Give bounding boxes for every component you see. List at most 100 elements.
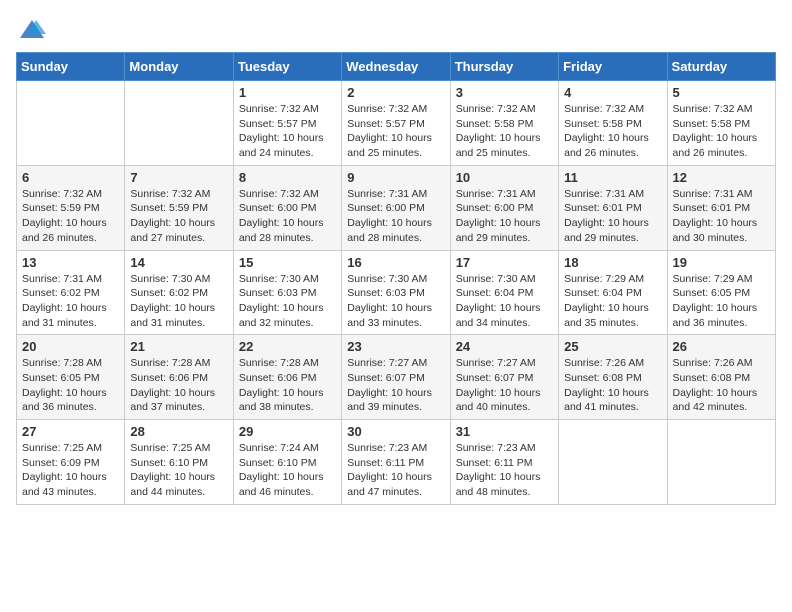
day-number: 11 bbox=[564, 170, 661, 185]
calendar-cell: 23 Sunrise: 7:27 AMSunset: 6:07 PMDayligh… bbox=[342, 335, 450, 420]
calendar-cell: 20Sunrise: 7:28 AMSunset: 6:05 PMDayligh… bbox=[17, 335, 125, 420]
day-info: Sunrise: 7:28 AMSunset: 6:05 PMDaylight:… bbox=[22, 356, 119, 415]
day-number: 31 bbox=[456, 424, 553, 439]
day-info: Sunrise: 7:32 AMSunset: 5:58 PMDaylight:… bbox=[673, 102, 770, 161]
day-number: 23 bbox=[347, 339, 444, 354]
day-number: 3 bbox=[456, 85, 553, 100]
calendar-cell: 11 Sunrise: 7:31 AMSunset: 6:01 PMDayligh… bbox=[559, 165, 667, 250]
day-info: Sunrise: 7:25 AMSunset: 6:09 PMDaylight:… bbox=[22, 441, 119, 500]
calendar-header-monday: Monday bbox=[125, 53, 233, 81]
day-info: Sunrise: 7:32 AMSunset: 5:57 PMDaylight:… bbox=[239, 102, 336, 161]
calendar-cell: 13 Sunrise: 7:31 AMSunset: 6:02 PMDayligh… bbox=[17, 250, 125, 335]
day-number: 10 bbox=[456, 170, 553, 185]
calendar-cell: 16 Sunrise: 7:30 AMSunset: 6:03 PMDayligh… bbox=[342, 250, 450, 335]
calendar-cell: 15 Sunrise: 7:30 AMSunset: 6:03 PMDayligh… bbox=[233, 250, 341, 335]
day-info: Sunrise: 7:27 AMSunset: 6:07 PMDaylight:… bbox=[456, 356, 553, 415]
calendar-header-wednesday: Wednesday bbox=[342, 53, 450, 81]
calendar-cell: 12 Sunrise: 7:31 AMSunset: 6:01 PMDayligh… bbox=[667, 165, 775, 250]
day-info: Sunrise: 7:23 AMSunset: 6:11 PMDaylight:… bbox=[347, 441, 444, 500]
calendar-cell: 10Sunrise: 7:31 AMSunset: 6:00 PMDayligh… bbox=[450, 165, 558, 250]
day-number: 26 bbox=[673, 339, 770, 354]
day-info: Sunrise: 7:32 AMSunset: 5:59 PMDaylight:… bbox=[130, 187, 227, 246]
day-number: 15 bbox=[239, 255, 336, 270]
day-number: 21 bbox=[130, 339, 227, 354]
day-info: Sunrise: 7:28 AMSunset: 6:06 PMDaylight:… bbox=[239, 356, 336, 415]
day-info: Sunrise: 7:28 AMSunset: 6:06 PMDaylight:… bbox=[130, 356, 227, 415]
day-info: Sunrise: 7:26 AMSunset: 6:08 PMDaylight:… bbox=[673, 356, 770, 415]
day-info: Sunrise: 7:29 AMSunset: 6:05 PMDaylight:… bbox=[673, 272, 770, 331]
calendar-cell: 30 Sunrise: 7:23 AMSunset: 6:11 PMDayligh… bbox=[342, 420, 450, 505]
day-info: Sunrise: 7:32 AMSunset: 5:58 PMDaylight:… bbox=[456, 102, 553, 161]
day-number: 12 bbox=[673, 170, 770, 185]
calendar-header-thursday: Thursday bbox=[450, 53, 558, 81]
calendar-header-friday: Friday bbox=[559, 53, 667, 81]
day-info: Sunrise: 7:31 AMSunset: 6:00 PMDaylight:… bbox=[347, 187, 444, 246]
day-number: 19 bbox=[673, 255, 770, 270]
day-number: 25 bbox=[564, 339, 661, 354]
day-number: 24 bbox=[456, 339, 553, 354]
day-number: 9 bbox=[347, 170, 444, 185]
day-info: Sunrise: 7:30 AMSunset: 6:03 PMDaylight:… bbox=[239, 272, 336, 331]
calendar-cell: 7 Sunrise: 7:32 AMSunset: 5:59 PMDaylight… bbox=[125, 165, 233, 250]
day-number: 13 bbox=[22, 255, 119, 270]
calendar-cell: 18 Sunrise: 7:29 AMSunset: 6:04 PMDayligh… bbox=[559, 250, 667, 335]
calendar-cell bbox=[667, 420, 775, 505]
day-number: 14 bbox=[130, 255, 227, 270]
day-number: 4 bbox=[564, 85, 661, 100]
logo bbox=[16, 16, 46, 44]
day-info: Sunrise: 7:27 AMSunset: 6:07 PMDaylight:… bbox=[347, 356, 444, 415]
day-number: 2 bbox=[347, 85, 444, 100]
calendar-cell bbox=[559, 420, 667, 505]
calendar-header-sunday: Sunday bbox=[17, 53, 125, 81]
calendar-week-3: 13 Sunrise: 7:31 AMSunset: 6:02 PMDayligh… bbox=[17, 250, 776, 335]
calendar-cell: 6Sunrise: 7:32 AMSunset: 5:59 PMDaylight… bbox=[17, 165, 125, 250]
calendar-cell: 17Sunrise: 7:30 AMSunset: 6:04 PMDayligh… bbox=[450, 250, 558, 335]
calendar-week-1: 1Sunrise: 7:32 AMSunset: 5:57 PMDaylight… bbox=[17, 81, 776, 166]
calendar-cell: 29Sunrise: 7:24 AMSunset: 6:10 PMDayligh… bbox=[233, 420, 341, 505]
day-info: Sunrise: 7:25 AMSunset: 6:10 PMDaylight:… bbox=[130, 441, 227, 500]
calendar-header-row: SundayMondayTuesdayWednesdayThursdayFrid… bbox=[17, 53, 776, 81]
day-info: Sunrise: 7:31 AMSunset: 6:01 PMDaylight:… bbox=[673, 187, 770, 246]
day-info: Sunrise: 7:32 AMSunset: 5:58 PMDaylight:… bbox=[564, 102, 661, 161]
day-number: 7 bbox=[130, 170, 227, 185]
calendar-week-2: 6 Sunrise: 7:32 AMSunset: 5:59 PMDaylight… bbox=[17, 165, 776, 250]
day-number: 5 bbox=[673, 85, 770, 100]
calendar-cell: 3 Sunrise: 7:32 AMSunset: 5:58 PMDaylight… bbox=[450, 81, 558, 166]
day-number: 6 bbox=[22, 170, 119, 185]
logo-icon bbox=[18, 16, 46, 44]
calendar-week-4: 20Sunrise: 7:28 AMSunset: 6:05 PMDayligh… bbox=[17, 335, 776, 420]
day-number: 22 bbox=[239, 339, 336, 354]
calendar-week-5: 27 Sunrise: 7:25 AMSunset: 6:09 PMDayligh… bbox=[17, 420, 776, 505]
day-info: Sunrise: 7:32 AMSunset: 6:00 PMDaylight:… bbox=[239, 187, 336, 246]
calendar-cell: 4 Sunrise: 7:32 AMSunset: 5:58 PMDaylight… bbox=[559, 81, 667, 166]
day-number: 30 bbox=[347, 424, 444, 439]
day-info: Sunrise: 7:26 AMSunset: 6:08 PMDaylight:… bbox=[564, 356, 661, 415]
calendar-cell: 27 Sunrise: 7:25 AMSunset: 6:09 PMDayligh… bbox=[17, 420, 125, 505]
calendar-cell: 1Sunrise: 7:32 AMSunset: 5:57 PMDaylight… bbox=[233, 81, 341, 166]
day-info: Sunrise: 7:23 AMSunset: 6:11 PMDaylight:… bbox=[456, 441, 553, 500]
calendar: SundayMondayTuesdayWednesdayThursdayFrid… bbox=[16, 52, 776, 505]
calendar-cell: 14Sunrise: 7:30 AMSunset: 6:02 PMDayligh… bbox=[125, 250, 233, 335]
day-info: Sunrise: 7:31 AMSunset: 6:02 PMDaylight:… bbox=[22, 272, 119, 331]
day-number: 8 bbox=[239, 170, 336, 185]
calendar-cell: 5 Sunrise: 7:32 AMSunset: 5:58 PMDaylight… bbox=[667, 81, 775, 166]
calendar-header-saturday: Saturday bbox=[667, 53, 775, 81]
day-number: 29 bbox=[239, 424, 336, 439]
calendar-header-tuesday: Tuesday bbox=[233, 53, 341, 81]
calendar-cell: 31 Sunrise: 7:23 AMSunset: 6:11 PMDayligh… bbox=[450, 420, 558, 505]
calendar-cell: 2 Sunrise: 7:32 AMSunset: 5:57 PMDaylight… bbox=[342, 81, 450, 166]
day-info: Sunrise: 7:31 AMSunset: 6:01 PMDaylight:… bbox=[564, 187, 661, 246]
calendar-cell: 25 Sunrise: 7:26 AMSunset: 6:08 PMDayligh… bbox=[559, 335, 667, 420]
day-info: Sunrise: 7:29 AMSunset: 6:04 PMDaylight:… bbox=[564, 272, 661, 331]
day-number: 16 bbox=[347, 255, 444, 270]
calendar-cell: 8 Sunrise: 7:32 AMSunset: 6:00 PMDaylight… bbox=[233, 165, 341, 250]
calendar-cell: 22 Sunrise: 7:28 AMSunset: 6:06 PMDayligh… bbox=[233, 335, 341, 420]
calendar-cell: 26 Sunrise: 7:26 AMSunset: 6:08 PMDayligh… bbox=[667, 335, 775, 420]
day-number: 27 bbox=[22, 424, 119, 439]
day-info: Sunrise: 7:30 AMSunset: 6:03 PMDaylight:… bbox=[347, 272, 444, 331]
day-number: 18 bbox=[564, 255, 661, 270]
page-header bbox=[16, 16, 776, 44]
day-number: 17 bbox=[456, 255, 553, 270]
day-info: Sunrise: 7:32 AMSunset: 5:57 PMDaylight:… bbox=[347, 102, 444, 161]
calendar-cell: 28Sunrise: 7:25 AMSunset: 6:10 PMDayligh… bbox=[125, 420, 233, 505]
